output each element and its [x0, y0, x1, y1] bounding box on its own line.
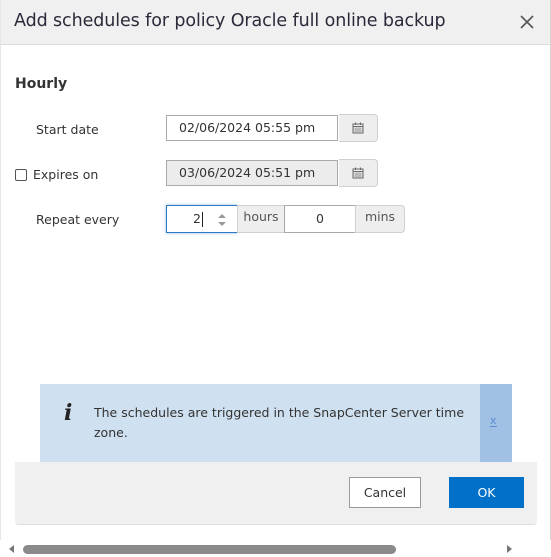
info-icon: i: [64, 400, 73, 426]
expires-on-calendar-button[interactable]: [339, 159, 378, 187]
repeat-every-label: Repeat every: [36, 212, 120, 227]
start-date-label: Start date: [36, 122, 99, 137]
spinner-arrows-icon[interactable]: [217, 212, 227, 228]
hours-unit-label: hours: [237, 205, 285, 233]
calendar-icon: [352, 164, 364, 183]
start-date-input[interactable]: 02/06/2024 05:55 pm: [166, 115, 338, 141]
text-cursor: [202, 212, 203, 227]
dialog-header: Add schedules for policy Oracle full onl…: [1, 0, 550, 45]
calendar-icon: [352, 119, 364, 138]
expires-on-label: Expires on: [33, 167, 99, 182]
hours-spinner[interactable]: 2: [166, 205, 238, 233]
alert-dismiss-button[interactable]: x: [480, 384, 512, 463]
dismiss-icon: x: [490, 414, 497, 427]
scrollbar-thumb[interactable]: [23, 545, 396, 554]
close-icon[interactable]: [517, 12, 537, 32]
dialog-title: Add schedules for policy Oracle full onl…: [14, 11, 446, 31]
scroll-left-arrow-icon[interactable]: [9, 545, 14, 553]
ok-button[interactable]: OK: [449, 477, 524, 508]
mins-unit-label: mins: [355, 205, 405, 233]
horizontal-scrollbar[interactable]: [0, 541, 551, 557]
scroll-right-arrow-icon[interactable]: [507, 545, 512, 553]
mins-input[interactable]: 0: [284, 205, 356, 233]
section-title-hourly: Hourly: [15, 76, 68, 92]
expires-on-checkbox[interactable]: [15, 169, 27, 181]
cancel-button[interactable]: Cancel: [349, 477, 421, 508]
start-date-calendar-button[interactable]: [339, 114, 378, 142]
expires-on-input[interactable]: 03/06/2024 05:51 pm: [166, 160, 338, 186]
add-schedules-dialog: Add schedules for policy Oracle full onl…: [0, 0, 551, 540]
hours-value: 2: [193, 211, 201, 226]
alert-message: The schedules are triggered in the SnapC…: [94, 405, 465, 440]
